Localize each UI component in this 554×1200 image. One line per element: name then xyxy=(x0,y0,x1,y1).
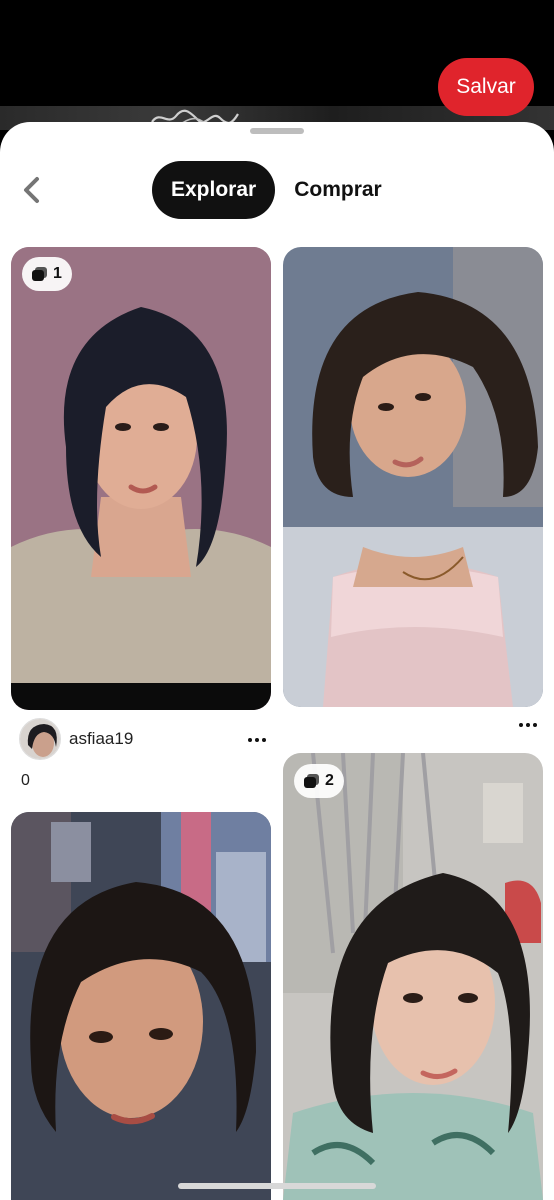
badge-count: 1 xyxy=(53,265,62,282)
more-dots-icon[interactable] xyxy=(519,723,537,727)
avatar-photo xyxy=(20,719,60,759)
pin-photo-4 xyxy=(283,753,543,1200)
pin-author-username: asfiaa19 xyxy=(69,729,134,748)
tab-bar: Explorar Comprar xyxy=(152,160,401,220)
badge-count: 2 xyxy=(325,772,334,789)
multi-image-stack-icon xyxy=(32,267,47,281)
explore-sheet: Explorar Comprar 1 asfiaa19 0 2 xyxy=(0,122,554,1200)
pin-author[interactable]: asfiaa19 xyxy=(19,718,133,760)
home-indicator xyxy=(178,1183,376,1189)
tab-comprar[interactable]: Comprar xyxy=(275,161,401,219)
avatar xyxy=(19,718,61,760)
pin-photo-1 xyxy=(11,247,271,710)
chevron-left-icon xyxy=(24,177,39,203)
multi-image-stack-icon xyxy=(304,774,319,788)
tab-explorar[interactable]: Explorar xyxy=(152,161,276,219)
pin-image-2[interactable] xyxy=(283,247,543,707)
pin-image-1[interactable] xyxy=(11,247,271,710)
pin-photo-2 xyxy=(283,247,543,707)
sheet-grabber[interactable] xyxy=(250,128,304,134)
multi-image-badge-1: 1 xyxy=(22,257,72,291)
pin-photo-3 xyxy=(11,812,271,1200)
pin-image-4[interactable] xyxy=(283,753,543,1200)
reaction-count: 0 xyxy=(21,772,30,789)
back-button[interactable] xyxy=(14,172,50,208)
pin-image-3[interactable] xyxy=(11,812,271,1200)
more-dots-icon[interactable] xyxy=(248,738,266,742)
multi-image-badge-4: 2 xyxy=(294,764,344,798)
save-button[interactable]: Salvar xyxy=(438,58,534,116)
